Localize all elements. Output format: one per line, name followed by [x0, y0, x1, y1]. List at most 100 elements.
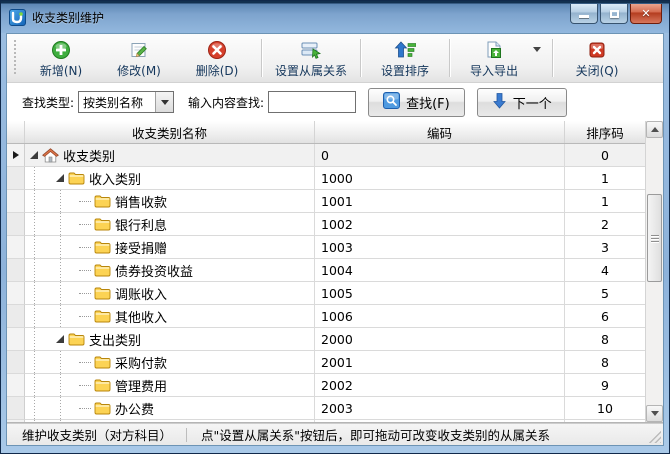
import-export-dropdown-icon[interactable]	[533, 47, 541, 52]
category-name-cell[interactable]: 办公费	[25, 397, 315, 420]
category-code-cell[interactable]: 0	[315, 144, 565, 167]
search-input[interactable]	[268, 91, 356, 113]
import-export-button[interactable]: 导入导出	[455, 35, 533, 81]
category-sortcode-cell[interactable]: 6	[565, 305, 645, 328]
close-form-button[interactable]: 关闭(Q)	[558, 35, 636, 81]
table-row[interactable]: 债券投资收益10044	[7, 259, 645, 282]
category-name-cell[interactable]: 收入类别	[25, 167, 315, 190]
combo-dropdown-button[interactable]	[155, 92, 173, 112]
category-code-cell[interactable]: 1005	[315, 282, 565, 305]
scroll-thumb[interactable]	[647, 194, 662, 282]
category-sortcode-cell[interactable]: 10	[565, 397, 645, 420]
category-name-cell[interactable]: 接受捐赠	[25, 236, 315, 259]
category-code-cell[interactable]: 2000	[315, 328, 565, 351]
search-type-select[interactable]: 按类别名称	[78, 91, 174, 113]
set-sort-button[interactable]: 设置排序	[366, 35, 444, 81]
table-row[interactable]: 销售收款 10011	[7, 190, 645, 213]
search-type-value: 按类别名称	[79, 94, 155, 111]
category-name-cell[interactable]: 工资	[25, 420, 315, 422]
home-icon	[41, 148, 59, 163]
category-name-cell[interactable]: 收支类别	[25, 144, 315, 167]
table-row[interactable]: 支出类别20008	[7, 328, 645, 351]
row-indicator	[7, 374, 25, 397]
table-row[interactable]: 银行利息10022	[7, 213, 645, 236]
category-name-cell[interactable]: 销售收款	[25, 190, 315, 213]
header-name[interactable]: 收支类别名称	[25, 121, 315, 143]
separator	[449, 39, 450, 77]
minimize-button[interactable]	[570, 4, 598, 24]
header-indicator	[7, 121, 25, 143]
row-indicator	[7, 213, 25, 236]
row-indicator	[7, 167, 25, 190]
table-row[interactable]: 收入类别10001	[7, 167, 645, 190]
row-indicator	[7, 351, 25, 374]
edit-button[interactable]: 修改(M)	[100, 35, 178, 81]
table-row[interactable]: 其他收入10066	[7, 305, 645, 328]
set-relation-button[interactable]: 设置从属关系	[267, 35, 355, 81]
close-button[interactable]: ✕	[630, 4, 662, 24]
category-name-cell[interactable]: 债券投资收益	[25, 259, 315, 282]
status-right-text: 点"设置从属关系"按钮后，即可拖动可改变收支类别的从属关系	[201, 425, 550, 444]
toolbar-grip[interactable]	[13, 40, 18, 76]
category-name-cell[interactable]: 支出类别	[25, 328, 315, 351]
category-code-cell[interactable]: 1002	[315, 213, 565, 236]
category-sortcode-cell[interactable]: 8	[565, 328, 645, 351]
category-name-cell[interactable]: 其他收入	[25, 305, 315, 328]
category-sortcode-cell[interactable]: 8	[565, 351, 645, 374]
category-sortcode-cell[interactable]: 3	[565, 236, 645, 259]
category-name-label: 销售收款	[115, 192, 167, 211]
header-code[interactable]: 编码	[315, 121, 565, 143]
set-relation-label: 设置从属关系	[275, 62, 347, 79]
header-sort[interactable]: 排序码	[565, 121, 645, 143]
category-name-cell[interactable]: 银行利息	[25, 213, 315, 236]
category-name-label: 采购付款	[115, 353, 167, 372]
add-button[interactable]: 新增(N)	[22, 35, 100, 81]
category-sortcode-cell[interactable]: 0	[565, 144, 645, 167]
tree-connector	[79, 362, 91, 363]
category-code-cell[interactable]: 2003	[315, 397, 565, 420]
resize-grip-icon[interactable]	[649, 431, 661, 443]
table-row[interactable]: 调账收入10055	[7, 282, 645, 305]
table-row[interactable]: 管理费用20029	[7, 374, 645, 397]
category-sortcode-cell[interactable]: 4	[565, 259, 645, 282]
scroll-down-button[interactable]	[646, 405, 663, 422]
category-code-cell[interactable]: 1001	[315, 190, 565, 213]
maximize-button[interactable]	[600, 4, 628, 24]
category-sortcode-cell[interactable]: 1	[565, 190, 645, 213]
category-name-cell[interactable]: 采购付款	[25, 351, 315, 374]
table-row[interactable]: 收支类别00	[7, 144, 645, 167]
category-sortcode-cell[interactable]: 5	[565, 282, 645, 305]
category-name-cell[interactable]: 调账收入	[25, 282, 315, 305]
category-code-cell[interactable]: 1003	[315, 236, 565, 259]
category-code-cell[interactable]: 2002	[315, 374, 565, 397]
delete-button[interactable]: 删除(D)	[178, 35, 256, 81]
category-code-cell[interactable]: 1000	[315, 167, 565, 190]
category-sortcode-cell[interactable]	[565, 420, 645, 422]
category-sortcode-cell[interactable]: 9	[565, 374, 645, 397]
category-code-cell[interactable]: 1004	[315, 259, 565, 282]
category-sortcode-cell[interactable]: 2	[565, 213, 645, 236]
expand-collapse-icon[interactable]	[27, 148, 41, 162]
scroll-up-button[interactable]	[646, 121, 663, 138]
arrow-down-icon	[492, 92, 507, 113]
table-row[interactable]: 采购付款 20018	[7, 351, 645, 374]
row-indicator	[7, 236, 25, 259]
search-bar: 查找类型: 按类别名称 输入内容查找: 查找(F)	[7, 83, 663, 121]
next-button[interactable]: 下一个	[477, 88, 567, 117]
window-content: 新增(N) 修改(M)	[6, 33, 664, 446]
expand-collapse-icon[interactable]	[53, 332, 67, 346]
find-button[interactable]: 查找(F)	[368, 88, 465, 117]
category-name-cell[interactable]: 管理费用	[25, 374, 315, 397]
table-row[interactable]: 办公费200310	[7, 397, 645, 420]
category-code-cell[interactable]	[315, 420, 565, 422]
separator	[552, 39, 553, 77]
category-code-cell[interactable]: 1006	[315, 305, 565, 328]
scroll-track[interactable]	[646, 138, 663, 405]
category-code-cell[interactable]: 2001	[315, 351, 565, 374]
category-sortcode-cell[interactable]: 1	[565, 167, 645, 190]
vertical-scrollbar[interactable]	[645, 121, 663, 422]
delete-icon	[207, 38, 227, 60]
table-row[interactable]: 接受捐赠10033	[7, 236, 645, 259]
table-row[interactable]: 工资	[7, 420, 645, 422]
expand-collapse-icon[interactable]	[53, 171, 67, 185]
